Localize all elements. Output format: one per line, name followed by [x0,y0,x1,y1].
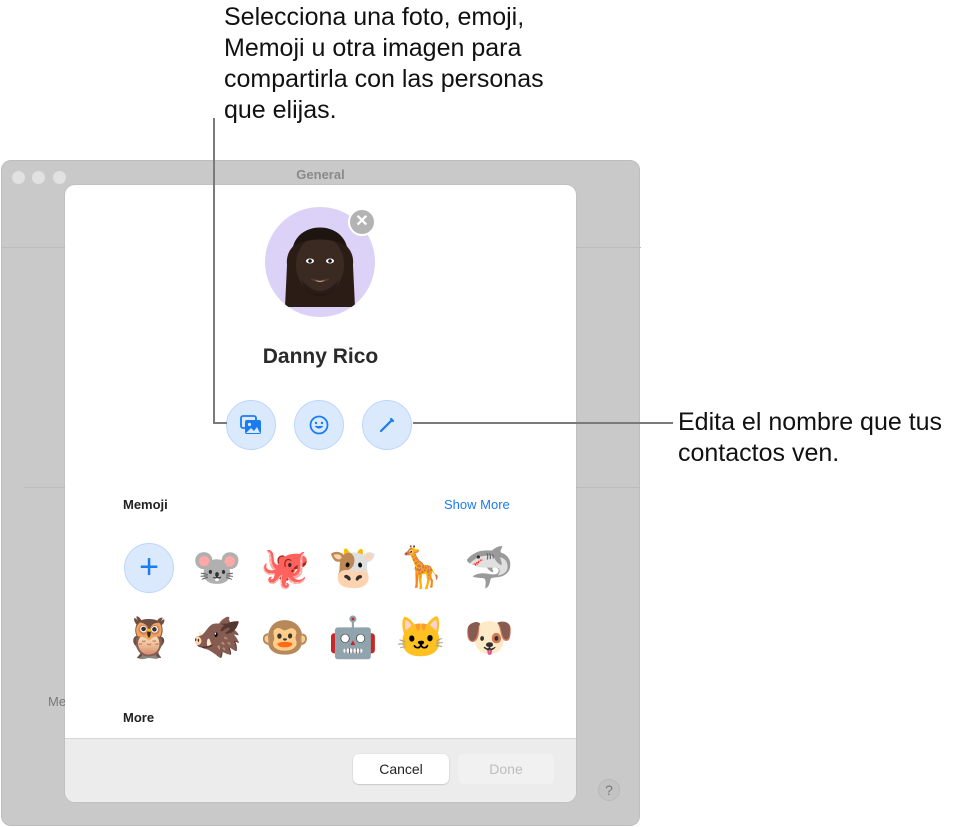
callout-select-image: Selecciona una foto, emoji, Memoji u otr… [224,3,544,124]
memoji-section-title: Memoji [123,497,168,512]
memoji-boar[interactable]: 🐗 [192,613,242,663]
memoji-mouse[interactable]: 🐭 [192,543,242,593]
profile-sheet: ✕ Danny Rico Memoji Show More + 🐭 🐙 🐮 🦒 🦈 🦉 🐗 🐵… [65,185,576,802]
background-label: Me [48,694,67,709]
memoji-owl[interactable]: 🦉 [124,613,174,663]
remove-avatar-button[interactable]: ✕ [348,208,376,236]
memoji-shark[interactable]: 🦈 [464,543,514,593]
contact-name: Danny Rico [262,345,379,368]
photos-button[interactable] [226,400,276,450]
photos-icon [240,415,261,434]
emoji-button[interactable] [294,400,344,450]
memoji-monkey[interactable]: 🐵 [260,613,310,663]
edit-name-button[interactable] [362,400,412,450]
leader-line-right [413,422,673,424]
leader-line-top-vertical [213,118,215,424]
window-title: General [296,167,345,182]
memoji-octopus[interactable]: 🐙 [260,543,310,593]
memoji-cat[interactable]: 🐱 [396,613,446,663]
pencil-icon [379,417,395,433]
smiley-icon [309,415,329,435]
add-memoji-button[interactable]: + [124,543,174,593]
done-button[interactable]: Done [458,754,554,784]
more-section-title: More [123,710,155,725]
memoji-cow[interactable]: 🐮 [328,543,378,593]
help-button[interactable]: ? [598,779,620,801]
cancel-button[interactable]: Cancel [353,754,449,784]
leader-line-top-horizontal [213,422,227,424]
callout-edit-name: Edita el nombre que tus contactos ven. [678,408,943,467]
sheet-footer: Cancel Done [65,738,576,802]
memoji-giraffe[interactable]: 🦒 [396,543,446,593]
show-more-link[interactable]: Show More [444,497,510,512]
memoji-dog[interactable]: 🐶 [464,613,514,663]
memoji-robot[interactable]: 🤖 [328,613,378,663]
